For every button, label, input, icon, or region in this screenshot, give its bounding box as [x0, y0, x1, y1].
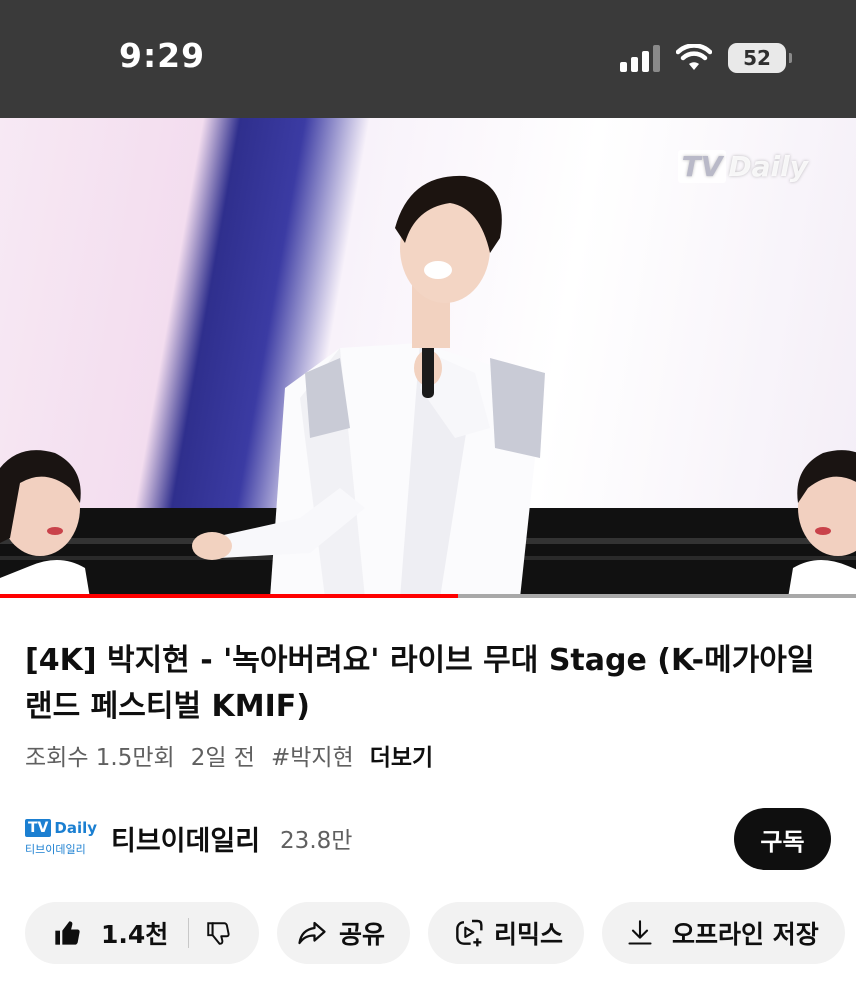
logo-tv: TV [25, 819, 52, 837]
video-title[interactable]: [4K] 박지현 - '녹아버려요' 라이브 무대 Stage (K-메가아일랜… [25, 638, 825, 730]
singer-figure [192, 175, 545, 598]
action-bar: 1.4천 공유 리믹스 오프라인 저장 [25, 902, 845, 964]
logo-subtitle: 티브이데일리 [25, 843, 86, 856]
video-meta[interactable]: 조회수 1.5만회 2일 전 #박지현 더보기 [25, 738, 433, 772]
status-time: 9:29 [119, 36, 206, 75]
subscriber-count: 23.8만 [280, 828, 353, 854]
remix-icon [456, 919, 483, 947]
battery-icon: 52 [728, 43, 792, 73]
status-bar: 9:29 52 [0, 0, 856, 118]
like-dislike-group: 1.4천 [25, 902, 259, 964]
remix-button[interactable]: 리믹스 [428, 902, 584, 964]
channel-row: TV Daily 티브이데일리 티브이데일리 23.8만 구독 [25, 808, 831, 870]
view-count: 조회수 1.5만회 [25, 745, 175, 771]
channel-name[interactable]: 티브이데일리 [111, 819, 260, 858]
channel-avatar[interactable]: TV Daily 티브이데일리 [25, 817, 97, 859]
battery-level: 52 [743, 46, 771, 70]
like-count[interactable]: 1.4천 [101, 915, 168, 951]
share-button[interactable]: 공유 [277, 902, 410, 964]
remix-label: 리믹스 [494, 920, 564, 949]
wifi-icon [676, 44, 712, 70]
offline-label: 오프라인 저장 [672, 920, 819, 949]
download-icon [628, 920, 652, 945]
upload-age: 2일 전 [190, 745, 255, 771]
subscribe-button[interactable]: 구독 [734, 808, 831, 870]
more-link[interactable]: 더보기 [370, 738, 433, 772]
watermark-brand: Daily [728, 150, 808, 183]
share-icon [298, 921, 326, 945]
hashtag-link[interactable]: #박지현 [271, 738, 354, 772]
thumbs-up-icon[interactable] [53, 919, 81, 947]
channel-watermark: TV Daily [677, 150, 808, 183]
dancer-left [0, 450, 90, 598]
logo-brand: Daily [54, 819, 98, 837]
video-player[interactable]: TV Daily [0, 118, 856, 598]
thumbs-down-icon[interactable] [205, 920, 231, 946]
cellular-signal-icon [620, 44, 660, 72]
video-details: [4K] 박지현 - '녹아버려요' 라이브 무대 Stage (K-메가아일랜… [0, 598, 856, 983]
dancer-right [788, 450, 856, 598]
status-icons: 52 [620, 40, 792, 76]
share-label: 공유 [339, 920, 386, 949]
like-separator [188, 918, 190, 948]
download-button[interactable]: 오프라인 저장 [602, 902, 845, 964]
